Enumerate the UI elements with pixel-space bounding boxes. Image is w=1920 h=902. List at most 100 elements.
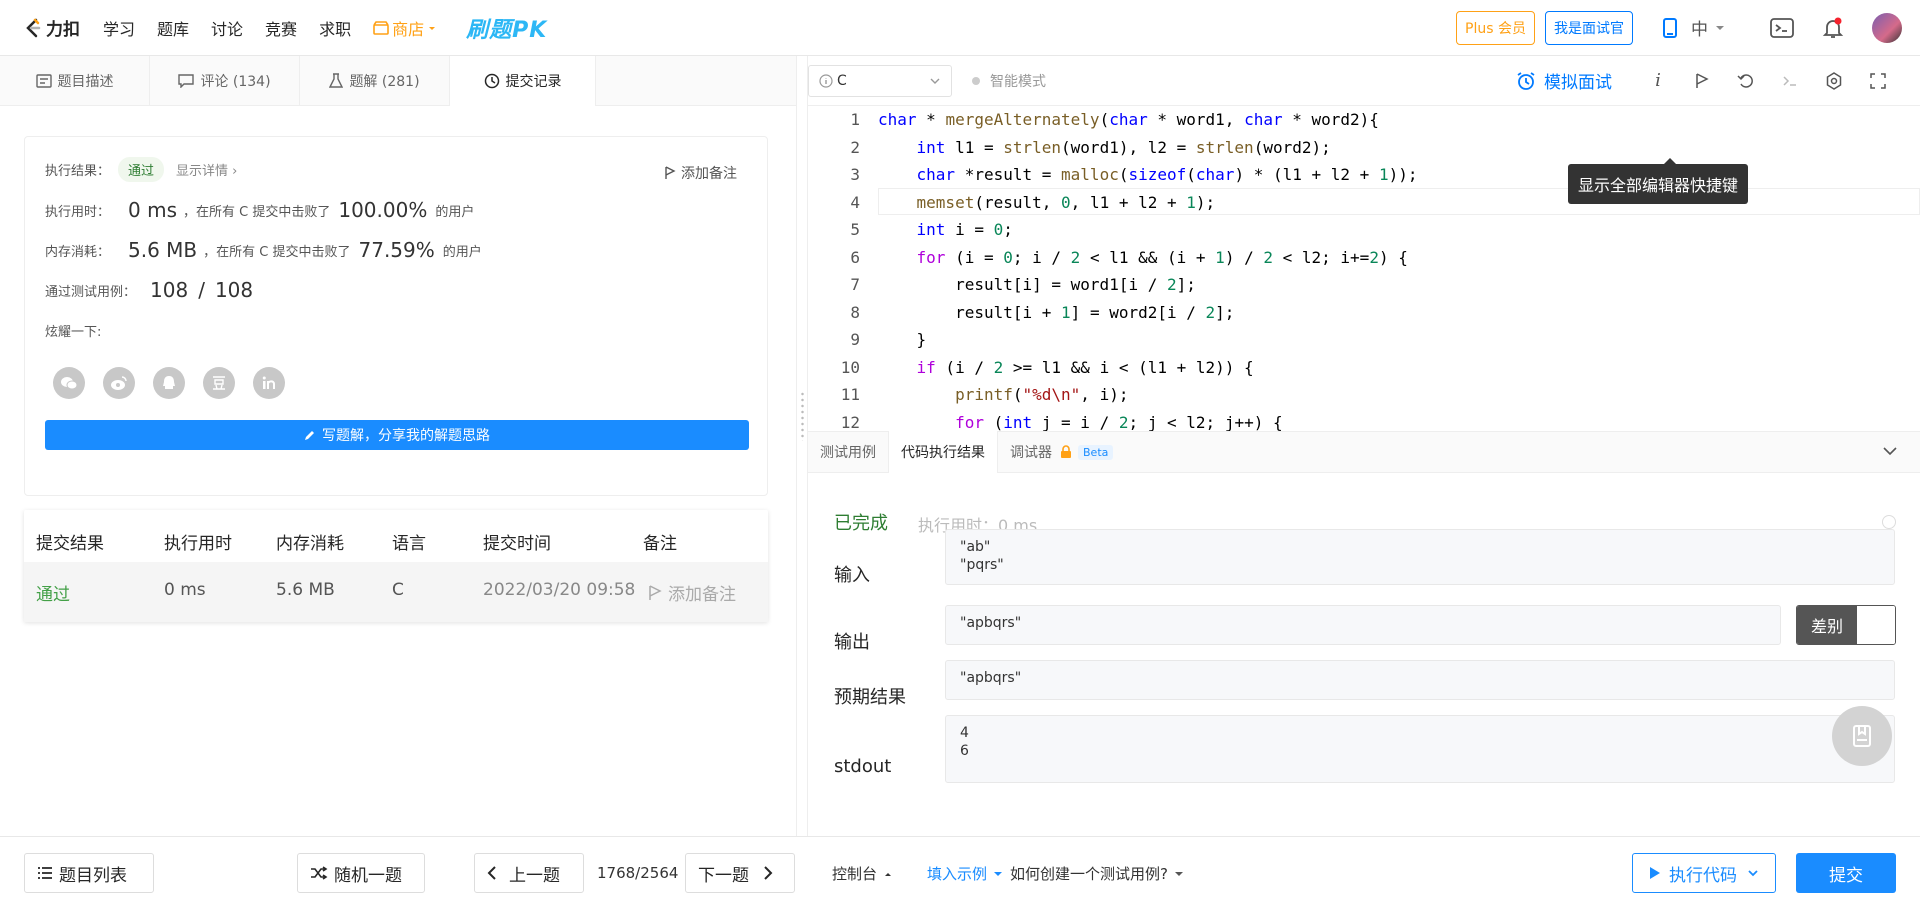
nav-right: Plus 会员 我是面试官 中: [1456, 10, 1902, 45]
notification-bell-icon[interactable]: [1822, 17, 1844, 39]
submit-button[interactable]: 提交: [1796, 853, 1896, 893]
run-flag-icon[interactable]: [1680, 72, 1724, 89]
diff-toggle[interactable]: 差别: [1796, 605, 1896, 645]
panel-resize-handle[interactable]: [796, 56, 808, 836]
smart-mode-toggle[interactable]: 智能模式: [972, 71, 1046, 91]
line-number: 1: [850, 110, 860, 129]
wechat-icon[interactable]: [53, 367, 85, 399]
runtime-label: 执行用时：: [45, 204, 111, 220]
tab-description-label: 题目描述: [57, 74, 114, 90]
problem-list-button[interactable]: 题目列表: [24, 853, 154, 893]
logo[interactable]: 力扣: [22, 15, 80, 40]
interviewer-button[interactable]: 我是面试官: [1545, 10, 1633, 45]
code-line[interactable]: }: [878, 326, 1417, 354]
notebook-icon[interactable]: [1832, 706, 1892, 766]
add-note-button[interactable]: 添加备注: [664, 163, 737, 183]
testcases-total: 108: [214, 278, 254, 302]
nav-discuss[interactable]: 讨论: [211, 16, 243, 40]
clock-icon: [484, 73, 499, 89]
code-line[interactable]: for (i = 0; i / 2 < l1 && (i + 1) / 2 < …: [878, 244, 1417, 272]
avatar[interactable]: [1872, 12, 1902, 43]
row-add-note[interactable]: 添加备注: [648, 580, 736, 605]
code-line[interactable]: int l1 = strlen(word1), l2 = strlen(word…: [878, 134, 1417, 162]
nav-problems[interactable]: 题库: [157, 16, 189, 40]
add-note-label: 添加备注: [681, 166, 737, 182]
next-problem-button[interactable]: 下一题: [685, 853, 795, 893]
random-problem-button[interactable]: 随机一题: [297, 853, 425, 893]
how-to-testcase-link[interactable]: 如何创建一个测试用例?: [1010, 863, 1184, 884]
prev-problem-button[interactable]: 上一题: [474, 853, 584, 893]
nav-pk-logo[interactable]: 刷题PK: [466, 12, 547, 44]
code-line[interactable]: printf("%d\n", i);: [878, 381, 1417, 409]
line-number: 8: [850, 302, 860, 322]
line-number: 5: [850, 220, 860, 239]
problem-list-label: 题目列表: [59, 865, 127, 886]
code-line[interactable]: result[i + 1] = word2[i / 2];: [878, 299, 1417, 327]
tab-description[interactable]: 题目描述: [0, 56, 150, 106]
douban-icon[interactable]: [203, 367, 235, 399]
mock-interview-button[interactable]: 模拟面试: [1516, 68, 1612, 93]
tab-solutions[interactable]: 题解 (281): [300, 56, 450, 106]
code-line[interactable]: for (int j = i / 2; j < l2; j++) {: [878, 409, 1417, 432]
language-switch[interactable]: 中: [1691, 15, 1726, 40]
code-line[interactable]: result[i] = word1[i / 2];: [878, 271, 1417, 299]
tab-testcase[interactable]: 测试用例: [808, 431, 888, 473]
line-number: 9: [850, 330, 860, 349]
run-code-button[interactable]: 执行代码: [1632, 853, 1776, 893]
help-icon[interactable]: [1882, 515, 1896, 529]
plus-member-button[interactable]: Plus 会员: [1456, 10, 1535, 45]
line-number: 3: [850, 165, 860, 184]
collapse-console-icon[interactable]: [1882, 444, 1898, 460]
language-select[interactable]: C: [808, 64, 952, 97]
row-language: C: [392, 580, 404, 600]
info-shortcuts-icon[interactable]: i: [1636, 70, 1680, 91]
share-icons: [53, 367, 303, 399]
runtime-value: 0 ms: [128, 198, 177, 222]
linkedin-icon[interactable]: [253, 367, 285, 399]
footer-bar: 题目列表 随机一题 上一题 1768/2564 下一题 控制台 填入示例 如何创…: [0, 836, 1920, 902]
comment-icon: [178, 74, 195, 88]
playground-icon[interactable]: [1770, 17, 1794, 38]
editor-toolbar: C 智能模式 模拟面试 i: [808, 56, 1920, 106]
mobile-icon[interactable]: [1663, 17, 1677, 38]
code-editor[interactable]: 1 2 3 4 5 6 7 8 9 10 11 12 char * mergeA…: [808, 106, 1920, 431]
terminal-icon[interactable]: [1768, 73, 1812, 89]
row-status[interactable]: 通过: [36, 580, 70, 605]
chevron-down-icon: [1748, 870, 1758, 877]
memory-label: 内存消耗：: [45, 244, 111, 260]
code-content[interactable]: char * mergeAlternately(char * word1, ch…: [878, 106, 1417, 431]
code-line[interactable]: if (i / 2 >= l1 && i < (l1 + l2)) {: [878, 354, 1417, 382]
run-code-label: 执行代码: [1669, 865, 1737, 886]
th-status: 提交结果: [36, 534, 104, 554]
fullscreen-icon[interactable]: [1856, 72, 1900, 89]
nav-learn[interactable]: 学习: [103, 16, 135, 40]
tab-run-result[interactable]: 代码执行结果: [888, 431, 998, 473]
how-to-testcase-label: 如何创建一个测试用例?: [1010, 865, 1168, 883]
qq-icon[interactable]: [153, 367, 185, 399]
nav-jobs[interactable]: 求职: [319, 16, 351, 40]
tab-debugger[interactable]: 调试器 Beta: [998, 431, 1125, 473]
nav-contest[interactable]: 竞赛: [265, 16, 297, 40]
code-line[interactable]: memset(result, 0, l1 + l2 + 1);: [878, 189, 1417, 217]
tab-comments[interactable]: 评论 (134): [150, 56, 300, 106]
nav-shop[interactable]: 商店: [373, 16, 437, 40]
row-date: 2022/03/20 09:58: [483, 580, 636, 600]
info-icon: [819, 73, 833, 88]
code-line[interactable]: int i = 0;: [878, 216, 1417, 244]
write-solution-button[interactable]: 写题解，分享我的解题思路: [45, 420, 749, 450]
show-details-link[interactable]: 显示详情 ›: [176, 160, 237, 179]
fill-example-button[interactable]: 填入示例: [927, 863, 1003, 884]
tab-submissions[interactable]: 提交记录: [450, 56, 596, 106]
submission-detail: 执行结果： 通过 显示详情 › 添加备注 执行用时： 0 ms ，在所有 C 提…: [0, 106, 796, 836]
code-line[interactable]: char *result = malloc(sizeof(char) * (l1…: [878, 161, 1418, 189]
settings-gear-icon[interactable]: [1812, 71, 1856, 90]
runtime-row: 执行用时： 0 ms ，在所有 C 提交中击败了 100.00% 的用户: [45, 198, 474, 222]
console-toggle[interactable]: 控制台: [832, 863, 893, 884]
code-line[interactable]: char * mergeAlternately(char * word1, ch…: [878, 106, 1417, 134]
row-memory: 5.6 MB: [276, 580, 335, 600]
weibo-icon[interactable]: [103, 367, 135, 399]
line-number: 2: [850, 137, 860, 157]
mock-interview-label: 模拟面试: [1544, 73, 1612, 93]
status-badge: 通过: [118, 157, 165, 182]
reset-icon[interactable]: [1724, 73, 1768, 89]
